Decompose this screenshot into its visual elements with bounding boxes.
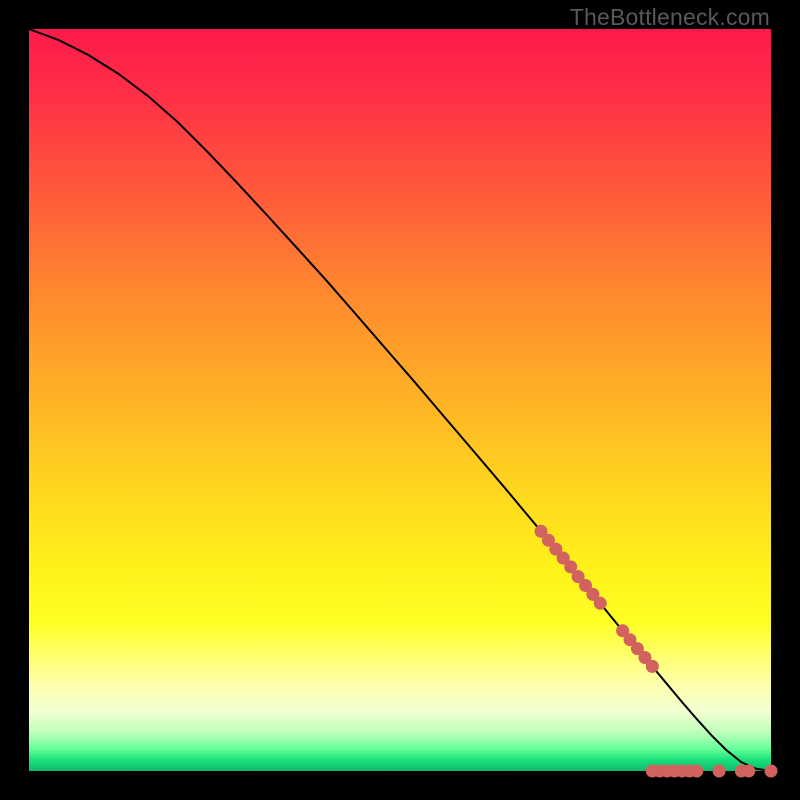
data-point <box>765 765 778 778</box>
scatter-markers <box>535 525 778 778</box>
data-point <box>594 597 607 610</box>
data-point <box>742 765 755 778</box>
trend-curve <box>29 29 771 771</box>
trend-path <box>29 29 771 771</box>
data-point <box>713 765 726 778</box>
data-point <box>690 765 703 778</box>
chart-stage: TheBottleneck.com <box>0 0 800 800</box>
data-point <box>646 660 659 673</box>
chart-overlay <box>0 0 800 800</box>
